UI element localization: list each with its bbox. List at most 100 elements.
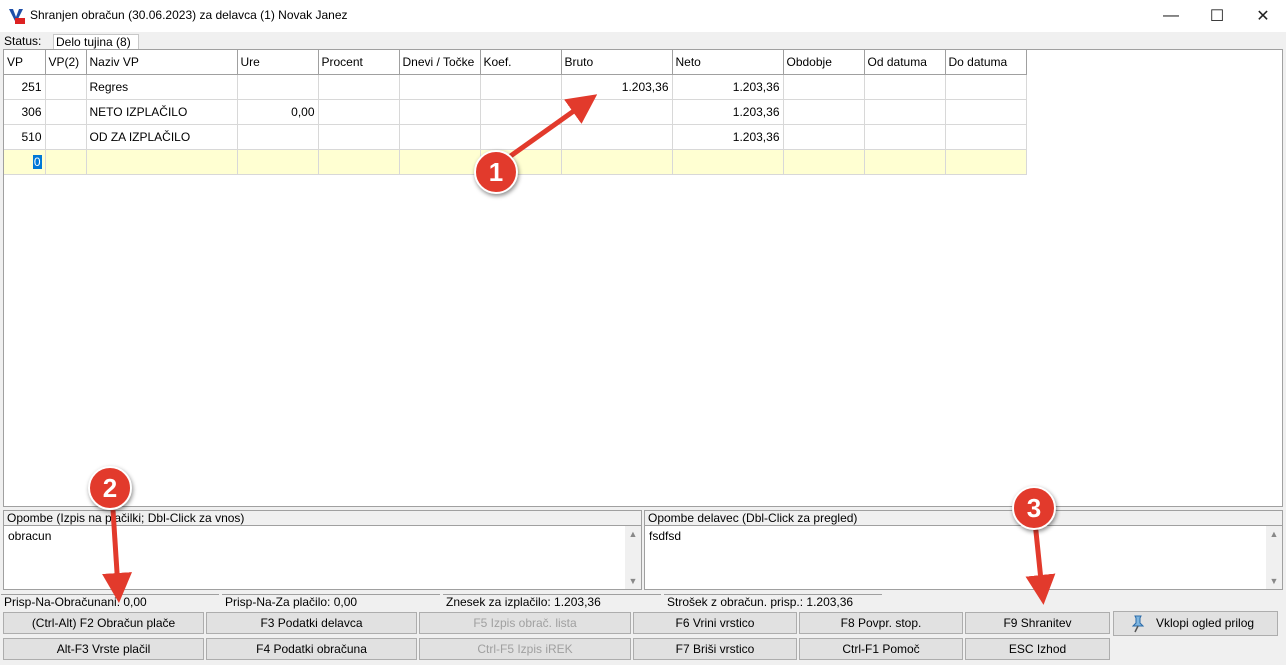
annotation-badge-2: 2 xyxy=(88,466,132,510)
vrini-vrstico-button[interactable]: F6 Vrini vrstico xyxy=(633,612,797,634)
close-button[interactable]: ✕ xyxy=(1240,0,1286,32)
podatki-delavca-button[interactable]: F3 Podatki delavca xyxy=(206,612,417,634)
notes-left-header: Opombe (Izpis na plačilki; Dbl-Click za … xyxy=(3,510,642,525)
cell-od-datuma[interactable] xyxy=(864,99,946,125)
cell-neto[interactable]: 1.203,36 xyxy=(672,74,784,100)
izhod-button[interactable]: ESC Izhod xyxy=(965,638,1110,660)
pushpin-icon xyxy=(1131,615,1145,633)
cell-empty[interactable] xyxy=(561,149,673,175)
cell-obdobje[interactable] xyxy=(783,124,865,150)
cell-procent[interactable] xyxy=(318,99,400,125)
cell-do-datuma[interactable] xyxy=(945,74,1027,100)
table-row[interactable]: 306 NETO IZPLAČILO 0,00 1.203,36 xyxy=(4,99,1027,125)
obracun-place-button[interactable]: (Ctrl-Alt) F2 Obračun plače xyxy=(3,612,204,634)
cell-vp-new[interactable]: 0 xyxy=(4,149,46,175)
pomoc-button[interactable]: Ctrl-F1 Pomoč xyxy=(799,638,963,660)
cell-procent[interactable] xyxy=(318,124,400,150)
column-header-vp2[interactable]: VP(2) xyxy=(45,50,87,75)
table-row[interactable]: 510 OD ZA IZPLAČILO 1.203,36 xyxy=(4,124,1027,150)
cell-neto[interactable]: 1.203,36 xyxy=(672,124,784,150)
cell-ure[interactable] xyxy=(237,124,319,150)
izpis-irek-button[interactable]: Ctrl-F5 Izpis iREK xyxy=(419,638,631,660)
vklopi-ogled-prilog-label: Vklopi ogled prilog xyxy=(1156,616,1255,630)
table-row[interactable]: 251 Regres 1.203,36 1.203,36 xyxy=(4,74,1027,100)
column-header-neto[interactable]: Neto xyxy=(672,50,784,75)
notes-right-textarea[interactable]: fsdfsd ▲ ▼ xyxy=(644,525,1283,590)
cell-dnevi[interactable] xyxy=(399,124,481,150)
maximize-button[interactable]: ☐ xyxy=(1194,0,1240,32)
notes-left-scrollbar[interactable]: ▲ ▼ xyxy=(625,526,641,589)
app-logo-icon xyxy=(8,7,25,24)
annotation-badge-3: 3 xyxy=(1012,486,1056,530)
scroll-up-icon[interactable]: ▲ xyxy=(625,526,641,542)
column-header-do-datuma[interactable]: Do datuma xyxy=(945,50,1027,75)
izpis-obrac-lista-button[interactable]: F5 Izpis obrač. lista xyxy=(419,612,631,634)
total-strosek: Strošek z obračun. prisp.: 1.203,36 xyxy=(664,594,882,609)
cell-vp2[interactable] xyxy=(45,124,87,150)
cell-do-datuma[interactable] xyxy=(945,124,1027,150)
cell-koef[interactable] xyxy=(480,74,562,100)
cell-procent[interactable] xyxy=(318,74,400,100)
cell-bruto[interactable] xyxy=(561,124,673,150)
cell-empty[interactable] xyxy=(86,149,238,175)
cell-vp[interactable]: 510 xyxy=(4,124,46,150)
cell-ure[interactable] xyxy=(237,74,319,100)
notes-right-scrollbar[interactable]: ▲ ▼ xyxy=(1266,526,1282,589)
cell-ure[interactable]: 0,00 xyxy=(237,99,319,125)
notes-left-textarea[interactable]: obracun ▲ ▼ xyxy=(3,525,642,590)
cell-empty[interactable] xyxy=(945,149,1027,175)
scroll-down-icon[interactable]: ▼ xyxy=(1266,573,1282,589)
cell-koef[interactable] xyxy=(480,99,562,125)
column-header-koef[interactable]: Koef. xyxy=(480,50,562,75)
cell-dnevi[interactable] xyxy=(399,74,481,100)
cell-od-datuma[interactable] xyxy=(864,124,946,150)
status-label: Status: xyxy=(4,34,42,48)
cell-empty[interactable] xyxy=(45,149,87,175)
column-header-procent[interactable]: Procent xyxy=(318,50,400,75)
column-header-dnevi[interactable]: Dnevi / Točke xyxy=(399,50,481,75)
cell-dnevi[interactable] xyxy=(399,99,481,125)
cell-empty[interactable] xyxy=(318,149,400,175)
brisi-vrstico-button[interactable]: F7 Briši vrstico xyxy=(633,638,797,660)
column-header-vp[interactable]: VP xyxy=(4,50,46,75)
povpr-stop-button[interactable]: F8 Povpr. stop. xyxy=(799,612,963,634)
vp-new-value[interactable]: 0 xyxy=(32,155,42,169)
cell-neto[interactable]: 1.203,36 xyxy=(672,99,784,125)
cell-do-datuma[interactable] xyxy=(945,99,1027,125)
scroll-down-icon[interactable]: ▼ xyxy=(625,573,641,589)
cell-vp2[interactable] xyxy=(45,99,87,125)
column-header-bruto[interactable]: Bruto xyxy=(561,50,673,75)
cell-empty[interactable] xyxy=(672,149,784,175)
notes-right-header: Opombe delavec (Dbl-Click za pregled) xyxy=(644,510,1283,525)
grid-header-row: VP VP(2) Naziv VP Ure Procent Dnevi / To… xyxy=(4,50,1027,75)
cell-vp2[interactable] xyxy=(45,74,87,100)
cell-naziv[interactable]: NETO IZPLAČILO xyxy=(86,99,238,125)
cell-obdobje[interactable] xyxy=(783,99,865,125)
cell-empty[interactable] xyxy=(237,149,319,175)
column-header-obdobje[interactable]: Obdobje xyxy=(783,50,865,75)
cell-empty[interactable] xyxy=(399,149,481,175)
column-header-od-datuma[interactable]: Od datuma xyxy=(864,50,946,75)
scroll-up-icon[interactable]: ▲ xyxy=(1266,526,1282,542)
podatki-obracuna-button[interactable]: F4 Podatki obračuna xyxy=(206,638,417,660)
column-header-ure[interactable]: Ure xyxy=(237,50,319,75)
cell-empty[interactable] xyxy=(783,149,865,175)
vklopi-ogled-prilog-button[interactable]: Vklopi ogled prilog xyxy=(1113,611,1278,636)
cell-bruto[interactable] xyxy=(561,99,673,125)
notes-right-text: fsdfsd xyxy=(649,529,682,543)
total-znesek-izplacilo: Znesek za izplačilo: 1.203,36 xyxy=(443,594,661,609)
cell-vp[interactable]: 251 xyxy=(4,74,46,100)
column-header-naziv[interactable]: Naziv VP xyxy=(86,50,238,75)
cell-naziv[interactable]: Regres xyxy=(86,74,238,100)
cell-naziv[interactable]: OD ZA IZPLAČILO xyxy=(86,124,238,150)
cell-koef[interactable] xyxy=(480,124,562,150)
entries-grid[interactable]: VP VP(2) Naziv VP Ure Procent Dnevi / To… xyxy=(3,49,1283,507)
vrste-placil-button[interactable]: Alt-F3 Vrste plačil xyxy=(3,638,204,660)
cell-obdobje[interactable] xyxy=(783,74,865,100)
cell-empty[interactable] xyxy=(864,149,946,175)
cell-bruto[interactable]: 1.203,36 xyxy=(561,74,673,100)
cell-od-datuma[interactable] xyxy=(864,74,946,100)
cell-vp[interactable]: 306 xyxy=(4,99,46,125)
shranitev-button[interactable]: F9 Shranitev xyxy=(965,612,1110,634)
minimize-button[interactable]: — xyxy=(1148,0,1194,32)
